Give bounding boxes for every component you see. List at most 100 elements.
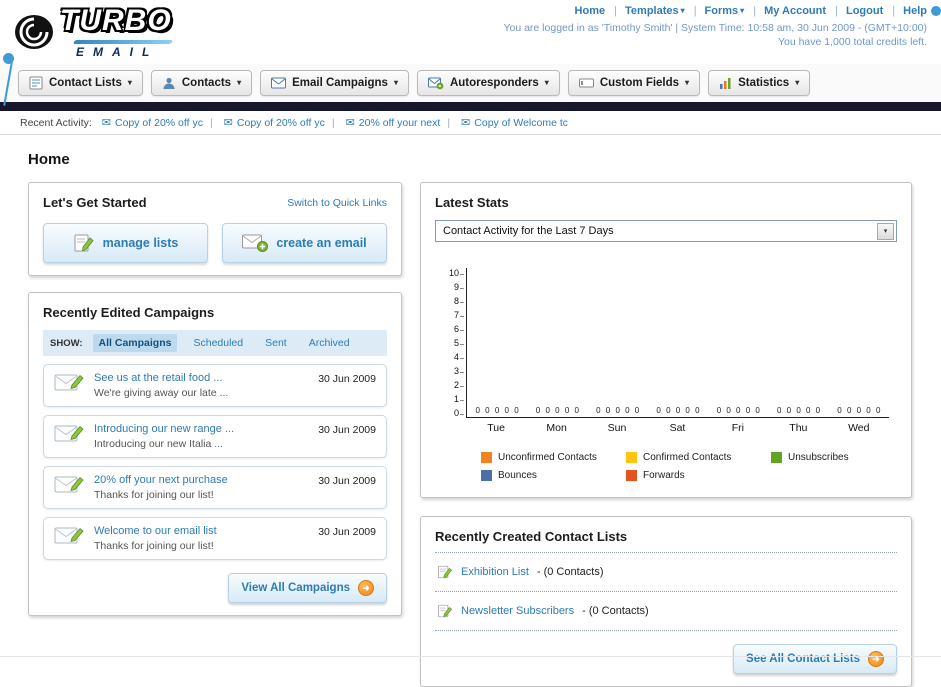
stats-period-value: Contact Activity for the Last 7 Days <box>443 225 614 237</box>
create-email-button[interactable]: create an email <box>222 223 387 263</box>
recent-activity-link[interactable]: Copy of 20% off yc <box>237 117 325 129</box>
filter-archived[interactable]: Archived <box>303 334 356 352</box>
chevron-down-icon: ▾ <box>740 6 745 15</box>
recent-activity-link[interactable]: Copy of 20% off yc <box>115 117 203 129</box>
legend-swatch <box>481 470 492 481</box>
chart-group: 0 0 0 0 0 <box>829 406 889 417</box>
top-link-templates[interactable]: Templates <box>625 5 679 17</box>
contact-lists-title: Recently Created Contact Lists <box>435 529 628 544</box>
legend-swatch <box>626 470 637 481</box>
campaign-row: 20% off your next purchase Thanks for joi… <box>43 466 387 509</box>
top-link-forms[interactable]: Forms <box>705 5 739 17</box>
campaign-desc: Thanks for joining our list! <box>94 489 214 501</box>
y-tick-label: 2 <box>454 380 464 390</box>
recent-contact-lists-panel: Recently Created Contact Lists Exhibitio… <box>420 516 912 687</box>
contact-list-count: - (0 Contacts) <box>536 566 604 578</box>
manage-lists-button[interactable]: manage lists <box>43 223 208 263</box>
chart-value-labels: 0 0 0 0 0 <box>837 406 881 415</box>
filter-scheduled[interactable]: Scheduled <box>187 334 249 352</box>
statistics-icon <box>720 77 731 89</box>
top-link-logout[interactable]: Logout <box>846 5 883 17</box>
top-link-home[interactable]: Home <box>575 5 606 17</box>
tab-label: Contact Lists <box>49 77 122 89</box>
campaign-title-link[interactable]: Welcome to our email list <box>94 525 308 537</box>
tab-label: Autoresponders <box>449 77 539 89</box>
top-link-my-account[interactable]: My Account <box>764 5 826 17</box>
chart-value-labels: 0 0 0 0 0 <box>475 406 519 415</box>
manage-lists-label: manage lists <box>102 236 179 250</box>
chevron-down-icon: ▾ <box>127 78 132 87</box>
left-column: Let's Get Started Switch to Quick Links … <box>28 182 402 616</box>
tab-statistics[interactable]: Statistics ▾ <box>708 70 811 96</box>
logo-title: TURBO <box>60 4 172 37</box>
envelope-pencil-icon <box>54 374 84 391</box>
legend-swatch <box>626 452 637 463</box>
legend-item: Confirmed Contacts <box>626 452 771 463</box>
chart-group: 0 0 0 0 0 <box>467 406 527 417</box>
custom-fields-icon <box>578 78 594 88</box>
chart-group: 0 0 0 0 0 <box>708 406 768 417</box>
x-axis-label: Mon <box>546 422 567 434</box>
envelope-icon: ✉ <box>461 117 471 129</box>
x-axis-label: Wed <box>848 422 870 434</box>
contact-list-link[interactable]: Newsletter Subscribers <box>461 605 574 617</box>
main-nav: Contact Lists ▾ Contacts ▾ Email Campaig… <box>0 64 941 102</box>
decorative-dot-top-right <box>931 6 941 16</box>
arrow-right-icon: ➜ <box>358 580 374 596</box>
switch-quick-links-link[interactable]: Switch to Quick Links <box>287 197 387 209</box>
campaign-row: Introducing our new range ... Introducing… <box>43 415 387 458</box>
tab-custom-fields[interactable]: Custom Fields ▾ <box>567 70 701 96</box>
legend-label: Confirmed Contacts <box>643 452 732 463</box>
chevron-down-icon: ▾ <box>237 78 242 87</box>
y-tick-label: 3 <box>454 366 464 376</box>
see-all-contact-lists-label: See All Contact Lists <box>746 653 860 665</box>
view-all-campaigns-button[interactable]: View All Campaigns ➜ <box>228 573 387 603</box>
get-started-title: Let's Get Started <box>43 195 147 210</box>
chart-value-labels: 0 0 0 0 0 <box>535 406 579 415</box>
campaign-date: 30 Jun 2009 <box>318 424 376 436</box>
y-tick-label: 0 <box>454 408 464 418</box>
chart-categories: Tue Mon Sun Sat Fri Thu Wed <box>466 422 889 434</box>
recent-activity-link[interactable]: Copy of Welcome tc <box>474 117 568 129</box>
contact-activity-chart: 109876543210 0 0 0 0 00 0 0 0 00 0 0 0 0… <box>435 268 897 481</box>
envelope-icon: ✉ <box>101 117 111 129</box>
envelope-icon: ✉ <box>223 117 233 129</box>
credits-info: You have 1,000 total credits left. <box>777 36 927 48</box>
legend-swatch <box>771 452 782 463</box>
campaign-date: 30 Jun 2009 <box>318 373 376 385</box>
show-label: SHOW: <box>50 337 83 349</box>
tab-contact-lists[interactable]: Contact Lists ▾ <box>18 70 143 96</box>
contact-list-link[interactable]: Exhibition List <box>461 566 529 578</box>
filter-all-campaigns[interactable]: All Campaigns <box>92 334 178 352</box>
view-all-campaigns-label: View All Campaigns <box>241 582 350 594</box>
campaign-desc: We're giving away our late ... <box>94 387 229 399</box>
get-started-panel: Let's Get Started Switch to Quick Links … <box>28 182 402 276</box>
stats-period-dropdown[interactable]: Contact Activity for the Last 7 Days ▾ <box>435 220 897 242</box>
page-title: Home <box>28 151 70 168</box>
legend-label: Unsubscribes <box>788 452 849 463</box>
tab-autoresponders[interactable]: Autoresponders ▾ <box>416 70 560 96</box>
campaign-title-link[interactable]: See us at the retail food ... <box>94 372 308 384</box>
chevron-down-icon: ▾ <box>795 78 800 87</box>
x-axis-label: Thu <box>789 422 808 434</box>
see-all-contact-lists-button[interactable]: See All Contact Lists ➜ <box>733 644 897 674</box>
tab-contacts[interactable]: Contacts ▾ <box>150 70 253 96</box>
contact-list-count: - (0 Contacts) <box>582 605 649 617</box>
campaign-title-link[interactable]: 20% off your next purchase <box>94 474 308 486</box>
campaign-desc: Introducing our new Italia ... <box>94 438 223 450</box>
y-tick-label: 5 <box>454 338 464 348</box>
recent-activity-bar: Recent Activity: ✉Copy of 20% off yc ✉Co… <box>0 111 941 135</box>
top-link-help[interactable]: Help <box>903 5 927 17</box>
chart-group: 0 0 0 0 0 <box>768 406 828 417</box>
legend-swatch <box>481 452 492 463</box>
campaign-title-link[interactable]: Introducing our new range ... <box>94 423 308 435</box>
legend-item: Bounces <box>481 470 626 481</box>
nav-divider-bar <box>0 102 941 111</box>
recent-activity-link[interactable]: 20% off your next <box>359 117 441 129</box>
latest-stats-panel: Latest Stats Contact Activity for the La… <box>420 182 912 498</box>
y-tick-label: 9 <box>454 282 464 292</box>
tab-email-campaigns[interactable]: Email Campaigns ▾ <box>260 70 409 96</box>
top-right-area: Home Templates▾ Forms▾ My Account Logout… <box>503 5 927 48</box>
top-links: Home Templates▾ Forms▾ My Account Logout… <box>503 5 927 17</box>
filter-sent[interactable]: Sent <box>259 334 293 352</box>
